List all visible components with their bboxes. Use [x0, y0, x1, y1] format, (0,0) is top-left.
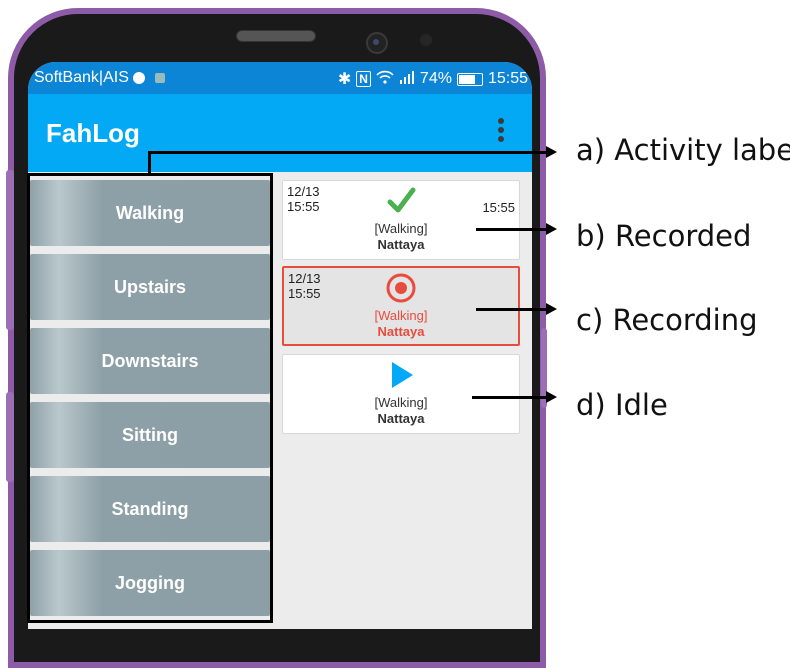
- phone-side-button: [6, 392, 14, 482]
- record-user: Nattaya: [377, 324, 425, 339]
- record-start-time: 15:55: [287, 199, 320, 214]
- record-date: 12/13: [288, 271, 321, 286]
- app-bar: FahLog: [28, 94, 532, 172]
- record-card-recording[interactable]: 12/13 15:55 [Walking] Nattaya: [282, 266, 520, 346]
- record-date: 12/13: [287, 184, 320, 199]
- record-card-recorded[interactable]: 12/13 15:55 15:55 [Walking] Nattaya: [282, 180, 520, 260]
- annotation-arrow-c: [546, 303, 557, 315]
- battery-percent: 74%: [419, 70, 452, 87]
- phone-side-button: [6, 170, 14, 330]
- signal-icon: [399, 70, 415, 89]
- battery-icon: [456, 72, 483, 86]
- app-title: FahLog: [46, 118, 140, 148]
- check-icon: [387, 187, 416, 213]
- record-start-time: 15:55: [288, 286, 321, 301]
- annotation-connector: [148, 151, 151, 175]
- annotation-arrow-d: [546, 391, 557, 403]
- annotation-line-b: [476, 228, 546, 231]
- annotation-arrow-a: [546, 146, 557, 158]
- wifi-icon: [376, 70, 394, 89]
- record-user: Nattaya: [377, 237, 425, 252]
- record-start: 12/13 15:55: [287, 184, 320, 214]
- annotation-idle: d) Idle: [576, 388, 668, 422]
- annotation-recording: c) Recording: [576, 303, 758, 337]
- annotation-recorded: b) Recorded: [576, 219, 752, 253]
- annotation-line-a: [148, 151, 546, 154]
- chrome-icon: [132, 72, 145, 84]
- phone-sensor: [420, 34, 432, 46]
- carrier-label: SoftBank|AIS: [34, 69, 129, 86]
- notification-icon: [154, 73, 165, 83]
- record-user: Nattaya: [377, 411, 425, 426]
- record-card-idle[interactable]: [Walking] Nattaya: [282, 354, 520, 434]
- annotation-activity-label: a) Activity label: [576, 133, 790, 167]
- play-icon: [392, 362, 413, 388]
- annotation-line-d: [472, 396, 546, 399]
- annotation-arrow-b: [546, 223, 557, 235]
- more-vert-icon[interactable]: [498, 118, 504, 142]
- nfc-icon: N: [356, 71, 371, 87]
- bluetooth-icon: ✱: [337, 71, 352, 88]
- clock: 15:55: [487, 70, 528, 87]
- activity-label-highlight: [27, 173, 273, 623]
- annotation-line-c: [476, 308, 546, 311]
- record-start: 12/13 15:55: [288, 271, 321, 301]
- record-icon: [386, 273, 416, 303]
- record-end-time: 15:55: [482, 200, 515, 215]
- status-bar: SoftBank|AIS ✱ N 74% 15:55: [28, 62, 532, 94]
- phone-camera: [366, 32, 388, 54]
- phone-speaker: [236, 30, 316, 42]
